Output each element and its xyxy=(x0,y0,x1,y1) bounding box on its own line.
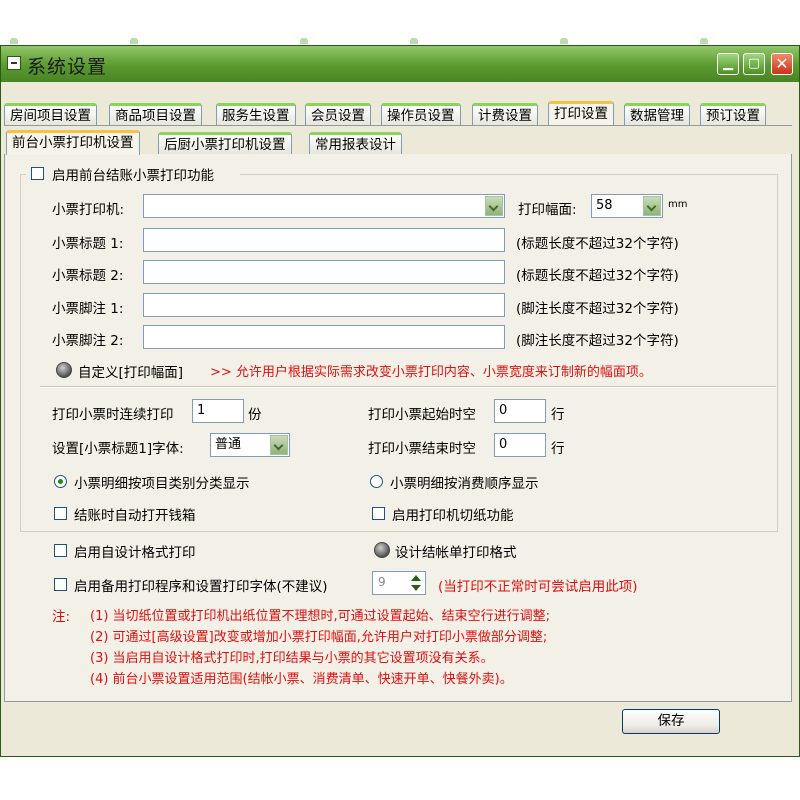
title1-hint: (标题长度不超过32个字符) xyxy=(516,236,679,252)
title2-label: 小票标题 2: xyxy=(52,268,124,284)
backup-print-hint: (当打印不正常时可尝试启用此项) xyxy=(438,579,638,595)
chevron-down-icon[interactable] xyxy=(485,196,503,216)
custom-width-button-icon[interactable] xyxy=(56,362,72,378)
footer2-hint: (脚注长度不超过32个字符) xyxy=(516,333,679,349)
end-blank-input[interactable]: 0 xyxy=(494,433,546,457)
custom-width-label[interactable]: 自定义[打印幅面] xyxy=(78,361,183,381)
title1-input[interactable] xyxy=(143,228,505,252)
tab-billing[interactable]: 计费设置 xyxy=(472,103,538,125)
footer1-input[interactable] xyxy=(143,293,505,317)
minimize-icon: ▁ xyxy=(723,56,733,71)
footer2-input[interactable] xyxy=(143,325,505,349)
close-icon: ✕ xyxy=(775,54,789,73)
divider xyxy=(40,386,776,388)
auto-open-cashbox-label: 结账时自动打开钱箱 xyxy=(74,508,196,524)
auto-open-cashbox-checkbox[interactable] xyxy=(54,507,67,520)
window-title: 系统设置 xyxy=(27,56,108,78)
detail-by-category-label: 小票明细按项目类别分类显示 xyxy=(74,476,250,492)
end-blank-value: 0 xyxy=(499,437,508,452)
design-bill-label[interactable]: 设计结帐单打印格式 xyxy=(395,541,517,561)
title1-label: 小票标题 1: xyxy=(52,236,124,252)
backup-print-label: 启用备用打印程序和设置打印字体(不建议) xyxy=(74,579,328,595)
end-blank-unit: 行 xyxy=(551,441,565,457)
tab-report-design[interactable]: 常用报表设计 xyxy=(309,132,402,154)
maximize-button[interactable]: ▢ xyxy=(743,53,765,75)
print-width-select[interactable]: 58 xyxy=(591,194,663,218)
copies-value: 1 xyxy=(197,403,206,418)
title-bar[interactable]: 系统设置 ▁ ▢ ✕ xyxy=(1,46,799,82)
start-blank-value: 0 xyxy=(499,403,508,418)
footer2-label: 小票脚注 2: xyxy=(52,333,124,349)
start-blank-label: 打印小票起始时空 xyxy=(368,407,476,423)
custom-width-desc: >> 允许用户根据实际需求改变小票打印内容、小票宽度来订制新的幅面项。 xyxy=(210,365,652,380)
tab-room-items[interactable]: 房间项目设置 xyxy=(4,103,97,125)
save-button[interactable]: 保存 xyxy=(622,709,720,734)
note-line-4: (4) 前台小票设置适用范围(结帐小票、消费清单、快速开单、快餐外卖)。 xyxy=(90,672,513,687)
close-button[interactable]: ✕ xyxy=(771,53,793,75)
footer1-hint: (脚注长度不超过32个字符) xyxy=(516,301,679,317)
title2-hint: (标题长度不超过32个字符) xyxy=(516,268,679,284)
maximize-icon: ▢ xyxy=(747,56,761,71)
tab-data-management[interactable]: 数据管理 xyxy=(624,103,690,125)
end-blank-label: 打印小票结束时空 xyxy=(368,441,476,457)
title-font-value: 普通 xyxy=(215,437,242,452)
chevron-up-icon[interactable] xyxy=(408,573,424,583)
title2-input[interactable] xyxy=(143,260,505,284)
printer-label: 小票打印机: xyxy=(52,202,125,218)
custom-format-checkbox[interactable] xyxy=(54,544,67,557)
note-line-2: (2) 可通过[高级设置]改变或增加小票打印幅面,允许用户对打印小票做部分调整; xyxy=(90,630,548,645)
start-blank-unit: 行 xyxy=(551,407,565,423)
tab-member[interactable]: 会员设置 xyxy=(305,103,371,125)
copies-unit: 份 xyxy=(248,407,262,423)
backup-font-size-stepper[interactable]: 9 xyxy=(372,571,426,595)
tab-waiter[interactable]: 服务生设置 xyxy=(216,103,296,125)
tab-goods-items[interactable]: 商品项目设置 xyxy=(109,103,202,125)
design-bill-button-icon[interactable] xyxy=(374,542,390,558)
system-menu-icon[interactable] xyxy=(7,56,21,70)
detail-by-category-radio[interactable] xyxy=(54,475,67,488)
enable-cutter-checkbox[interactable] xyxy=(372,507,385,520)
chevron-down-icon[interactable] xyxy=(270,435,288,455)
tab-reservation[interactable]: 预订设置 xyxy=(700,103,766,125)
print-width-label: 打印幅面: xyxy=(518,202,577,218)
tab-row-divider xyxy=(4,125,792,126)
footer1-label: 小票脚注 1: xyxy=(52,301,124,317)
printer-select[interactable] xyxy=(143,194,505,218)
custom-format-label: 启用自设计格式打印 xyxy=(74,545,196,561)
tab-print-settings[interactable]: 打印设置 xyxy=(548,101,614,125)
tab-operator[interactable]: 操作员设置 xyxy=(381,103,461,125)
tab-front-receipt-printer[interactable]: 前台小票打印机设置 xyxy=(6,130,140,155)
print-width-value: 58 xyxy=(596,198,613,213)
print-width-unit: mm xyxy=(668,199,688,210)
chevron-down-icon[interactable] xyxy=(408,583,424,593)
enable-cutter-label: 启用打印机切纸功能 xyxy=(392,508,514,524)
title-font-select[interactable]: 普通 xyxy=(210,433,290,457)
note-line-1: (1) 当切纸位置或打印机出纸位置不理想时,可通过设置起始、结束空行进行调整; xyxy=(90,609,551,624)
backup-font-size-value: 9 xyxy=(378,575,386,589)
chevron-down-icon[interactable] xyxy=(643,196,661,216)
enable-front-print-checkbox[interactable] xyxy=(31,167,44,180)
title-font-label: 设置[小票标题1]字体: xyxy=(52,441,184,457)
backup-print-checkbox[interactable] xyxy=(54,578,67,591)
note-line-3: (3) 当启用自设计格式打印时,打印结果与小票的其它设置项没有关系。 xyxy=(90,651,494,666)
minimize-button[interactable]: ▁ xyxy=(717,53,739,75)
start-blank-input[interactable]: 0 xyxy=(494,399,546,423)
background-strip xyxy=(0,0,800,46)
enable-front-print-label: 启用前台结账小票打印功能 xyxy=(52,168,214,184)
tab-kitchen-receipt-printer[interactable]: 后厨小票打印机设置 xyxy=(158,132,292,154)
copies-input[interactable]: 1 xyxy=(192,399,244,423)
notes-prefix: 注: xyxy=(52,609,71,625)
detail-by-order-radio[interactable] xyxy=(370,475,383,488)
copies-label: 打印小票时连续打印 xyxy=(52,407,174,423)
detail-by-order-label: 小票明细按消费顺序显示 xyxy=(390,476,539,492)
